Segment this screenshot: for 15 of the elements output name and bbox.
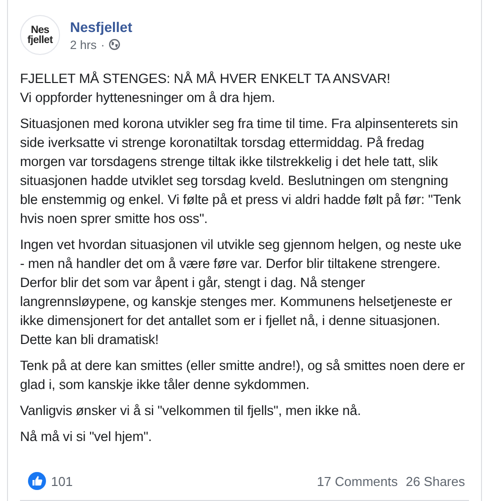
author-name[interactable]: Nesfjellet — [70, 18, 132, 34]
like-count[interactable]: 101 — [51, 474, 73, 488]
page-avatar[interactable]: Nes fjellet — [20, 15, 60, 55]
post-paragraph: Situasjonen med korona utvikler seg fra time til time. Fra alpinsenterets sin side iverksatte vi strenge koronatiltak torsdag ettermiddag. På fredag morgen var torsdagens strenge tiltak ikke tilstrekkelig i det hele tatt, slik situasjonen hadde utviklet seg torsdag kveld. Beslutningen om stengning ble enstemmig og enkel. Vi følte på et press vi aldri hadde følt på før: "Tenk hvis noen sprer smitte hos oss". — [20, 115, 462, 228]
globe-icon — [108, 39, 120, 50]
shares-link[interactable]: 26 Shares — [406, 474, 465, 488]
post-time[interactable]: 2 hrs — [70, 38, 97, 52]
post-paragraph: FJELLET MÅ STENGES: NÅ MÅ HVER ENKELT TA ANSVAR! Vi oppforder hyttenesninger om å dra hjem. — [20, 70, 392, 107]
post-paragraph: Vanligvis ønsker vi å si "velkommen til fjells", men ikke nå. — [20, 402, 362, 420]
comments-link[interactable]: 17 Comments — [316, 474, 398, 488]
thumbs-up-icon[interactable] — [28, 472, 46, 490]
post-paragraph: Ingen vet hvordan situasjonen vil utvikle seg gjennom helgen, og neste uke - men nå handler det om å være føre var. Derfor blir tiltakene strengere. Derfor blir det som var åpent i går, stengt i dag. Nå stenger langrennsløypene, og kanskje stenges mer. Kommunens helsetjeneste er ikke dimensjonert for det antallet som er i fjellet nå, i denne situasjonen. Dette kan bli dramatisk! — [20, 236, 462, 349]
post-paragraph: Nå må vi si "vel hjem". — [20, 428, 153, 446]
separator-dot: · — [100, 38, 105, 52]
post-paragraph: Tenk på at dere kan smittes (eller smitte andre!), og så smittes noen dere er glad i, som kanskje ikke tåler denne sykdommen. — [20, 357, 466, 394]
